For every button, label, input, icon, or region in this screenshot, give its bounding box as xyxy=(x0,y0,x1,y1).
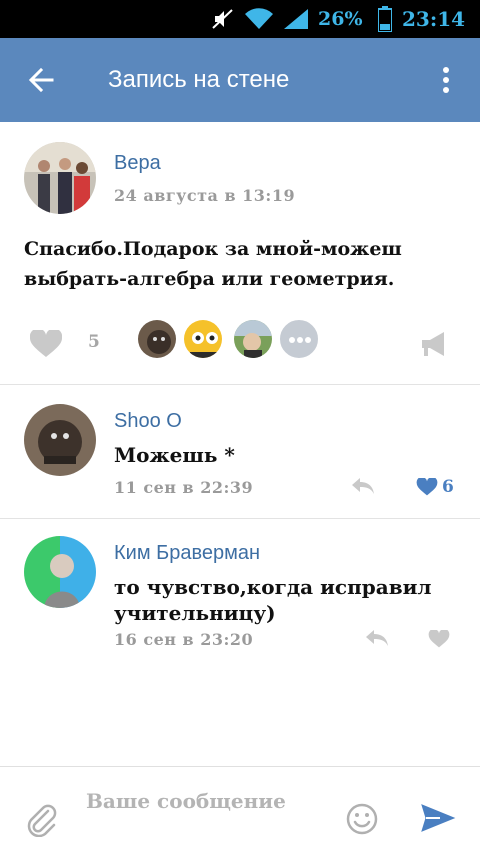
back-arrow-icon[interactable] xyxy=(22,60,62,100)
comment-likes-count: 6 xyxy=(442,477,454,497)
post-author-name[interactable]: Вера xyxy=(114,152,161,175)
comment-author-avatar[interactable] xyxy=(24,404,96,476)
status-bar: 26% 23:14 xyxy=(0,0,480,38)
post-like-heart-icon[interactable] xyxy=(29,328,63,362)
battery-percent: 26% xyxy=(318,8,363,30)
comment-date: 16 сен в 23:20 xyxy=(114,630,254,649)
battery-icon xyxy=(378,0,392,38)
message-input-bar: Ваше сообщение xyxy=(0,766,480,854)
divider xyxy=(0,384,480,385)
post-likes-count: 5 xyxy=(88,332,100,352)
reply-icon[interactable] xyxy=(350,476,376,500)
message-input[interactable]: Ваше сообщение xyxy=(86,789,286,813)
comment-author-avatar[interactable] xyxy=(24,536,96,608)
divider xyxy=(0,518,480,519)
comment-text: то чувство,когда исправил учительницу) xyxy=(114,575,432,625)
page-title: Запись на стене xyxy=(108,66,290,93)
comment-text: Можешь * xyxy=(114,443,235,467)
comment-date: 11 сен в 22:39 xyxy=(114,478,254,497)
attach-paperclip-icon[interactable] xyxy=(26,803,58,841)
comment-like-heart-icon[interactable] xyxy=(428,628,450,652)
liker-avatar[interactable] xyxy=(136,318,178,360)
more-vertical-icon[interactable] xyxy=(428,60,464,100)
more-likers-icon[interactable] xyxy=(278,318,320,360)
app-bar: Запись на стене xyxy=(0,38,480,122)
send-icon[interactable] xyxy=(420,803,456,837)
liker-avatar[interactable] xyxy=(232,318,274,360)
comment-like-heart-icon[interactable] xyxy=(416,476,438,500)
emoji-smile-icon[interactable] xyxy=(346,803,378,839)
mute-icon xyxy=(210,0,236,38)
comment-author-name[interactable]: Ким Браверман xyxy=(114,542,260,565)
post-text: Спасибо.Подарок за мной-можеш выбрать-ал… xyxy=(24,238,402,290)
share-megaphone-icon[interactable] xyxy=(420,330,450,364)
signal-icon xyxy=(282,0,310,38)
liker-avatar[interactable] xyxy=(182,318,224,360)
reply-icon[interactable] xyxy=(364,628,390,652)
comment-author-name[interactable]: Shoo O xyxy=(114,410,182,433)
post-date: 24 августа в 13:19 xyxy=(114,186,296,205)
post-author-avatar[interactable] xyxy=(24,142,96,214)
wifi-icon xyxy=(244,0,274,38)
clock: 23:14 xyxy=(402,7,466,31)
